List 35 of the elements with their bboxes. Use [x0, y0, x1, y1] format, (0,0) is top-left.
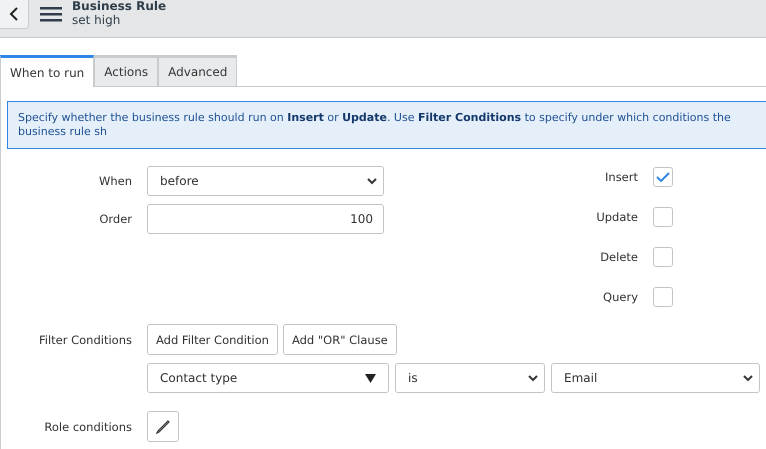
checkmark-icon	[656, 172, 670, 182]
filter-button[interactable]: Add Filter Condition	[147, 324, 278, 355]
back-button[interactable]	[0, 0, 29, 29]
checkbox[interactable]	[653, 247, 673, 267]
checkbox-label: Insert	[605, 170, 638, 184]
checkbox-label: Query	[603, 290, 638, 304]
field-label: Order	[98, 212, 133, 226]
condition-field-select[interactable]: Contact type	[147, 363, 389, 393]
field-label: Role conditions	[43, 420, 133, 434]
field-label: When	[98, 174, 133, 188]
info-message: Specify whether the business rule should run on Insert or Update. Use Filter Conditions to specify under which conditions the business rule sh	[7, 101, 766, 149]
when-select[interactable]: before	[147, 166, 384, 196]
edit-button[interactable]	[147, 411, 179, 442]
checkbox-label: Update	[596, 210, 638, 224]
order-field[interactable]: 100	[147, 204, 384, 234]
menu-icon[interactable]	[40, 6, 62, 22]
field-label: Filter Conditions	[38, 332, 133, 346]
checkbox-label: Delete	[600, 250, 638, 264]
dropdown-triangle-icon	[365, 374, 376, 382]
pencil-icon	[156, 420, 170, 434]
checkbox[interactable]	[653, 167, 673, 187]
record-type-title: Business Rule	[72, 0, 166, 13]
tab[interactable]: Actions	[94, 55, 158, 86]
filter-button[interactable]: Add "OR" Clause	[282, 324, 397, 355]
record-name: set high	[72, 13, 122, 28]
tab[interactable]: When to run	[0, 55, 94, 87]
value-select[interactable]: Email	[551, 363, 760, 393]
chevron-down-icon	[528, 374, 538, 382]
operator-select[interactable]: is	[395, 363, 545, 393]
checkbox[interactable]	[653, 287, 673, 307]
checkbox[interactable]	[653, 207, 673, 227]
chevron-down-icon	[743, 374, 753, 382]
chevron-down-icon	[367, 178, 377, 184]
tab[interactable]: Advanced	[158, 55, 238, 86]
back-icon	[9, 7, 19, 21]
